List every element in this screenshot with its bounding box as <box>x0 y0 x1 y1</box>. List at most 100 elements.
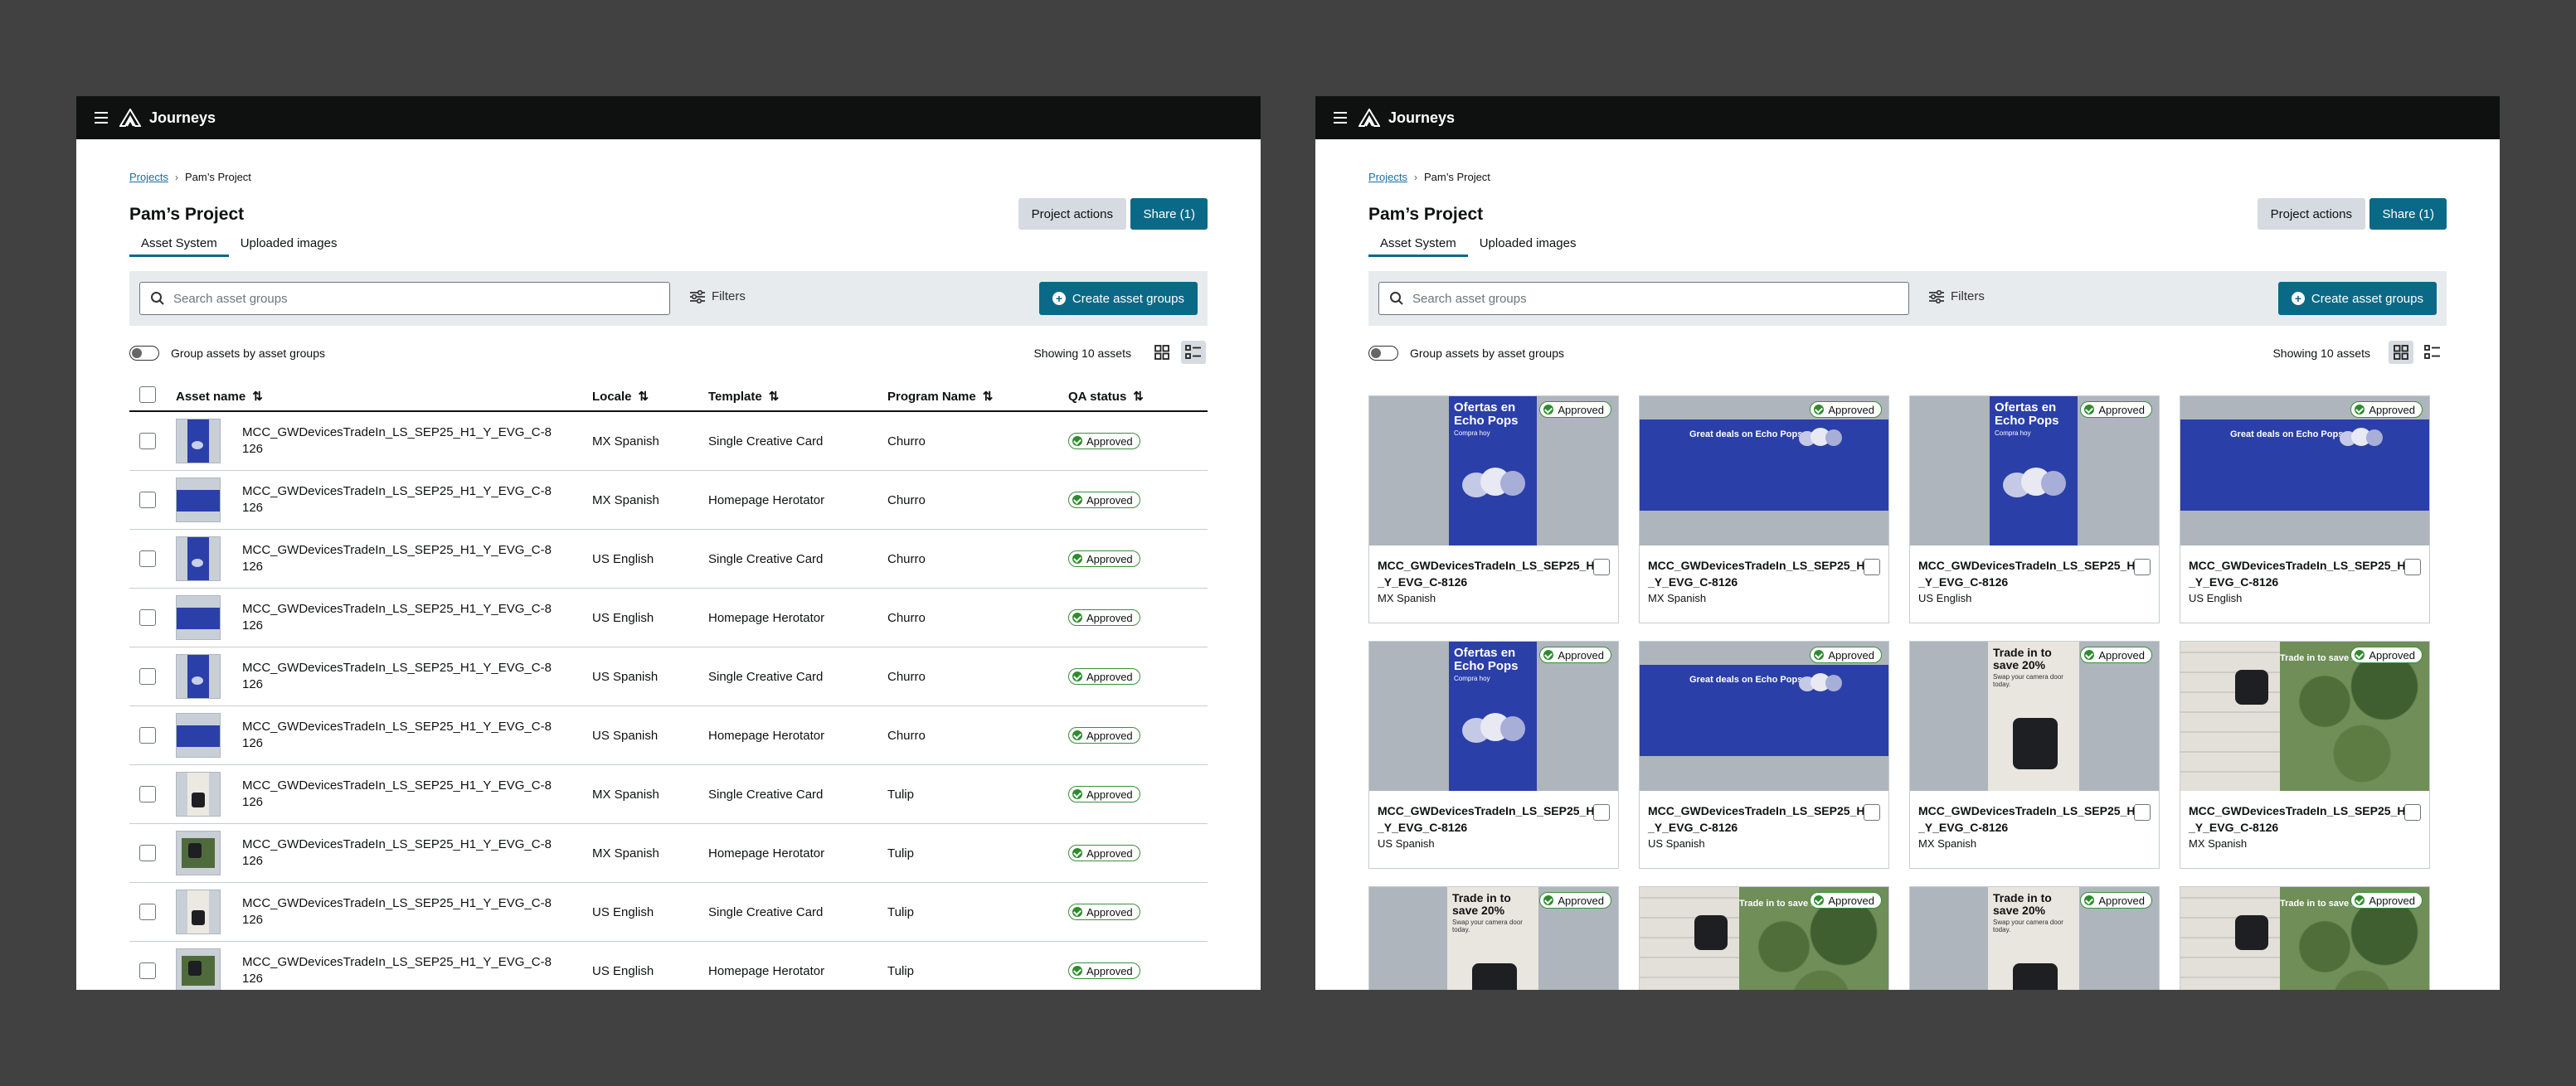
table-row[interactable]: MCC_GWDevicesTradeIn_LS_SEP25_H1_Y_EVG_C… <box>129 530 1208 589</box>
card-checkbox[interactable] <box>2134 559 2151 575</box>
filters-button[interactable]: Filters <box>690 289 746 303</box>
table-row[interactable]: MCC_GWDevicesTradeIn_LS_SEP25_H1_Y_EVG_C… <box>129 883 1208 942</box>
col-program[interactable]: Program Name ⇅ <box>887 389 993 405</box>
search-icon <box>151 292 164 305</box>
table-row[interactable]: MCC_GWDevicesTradeIn_LS_SEP25_H1_Y_EVG_C… <box>129 765 1208 824</box>
tab-uploaded-images[interactable]: Uploaded images <box>229 235 349 259</box>
asset-locale: US Spanish <box>1648 837 1705 850</box>
status-badge: Approved <box>2350 892 2423 909</box>
asset-name: MCC_GWDevicesTradeIn_LS_SEP25_H1_Y_EVG_C… <box>1648 559 1872 589</box>
row-checkbox[interactable] <box>139 786 156 802</box>
row-checkbox[interactable] <box>139 550 156 567</box>
asset-card[interactable]: Ofertas en Echo Pops Compra hoy Approved MC… <box>1368 641 1619 869</box>
col-template[interactable]: Template ⇅ <box>708 389 779 405</box>
search-input[interactable]: Search asset groups <box>1378 282 1909 315</box>
asset-thumbnail <box>176 831 221 875</box>
card-checkbox[interactable] <box>2134 804 2151 821</box>
creative-headline: Trade in to save 20% <box>1993 646 2052 671</box>
row-checkbox[interactable] <box>139 492 156 508</box>
check-circle-icon <box>1072 436 1082 446</box>
table-row[interactable]: MCC_GWDevicesTradeIn_LS_SEP25_H1_Y_EVG_C… <box>129 824 1208 883</box>
filters-button[interactable]: Filters <box>1929 289 1985 303</box>
list-view-button[interactable] <box>1181 341 1206 364</box>
locale-cell: MX Spanish <box>592 787 659 802</box>
asset-card[interactable]: Trade in to save 20% Swap your camera doo… <box>1909 641 2160 869</box>
status-badge: Approved <box>1068 845 1140 861</box>
table-row[interactable]: MCC_GWDevicesTradeIn_LS_SEP25_H1_Y_EVG_C… <box>129 942 1208 990</box>
row-checkbox[interactable] <box>139 727 156 744</box>
status-badge: Approved <box>1068 727 1140 744</box>
create-asset-groups-button[interactable]: + Create asset groups <box>1038 282 1198 315</box>
breadcrumb-current: Pam’s Project <box>1423 171 1490 183</box>
program-cell: Churro <box>887 551 926 566</box>
table-row[interactable]: MCC_GWDevicesTradeIn_LS_SEP25_H1_Y_EVG_C… <box>129 589 1208 647</box>
journeys-logo-icon <box>1358 109 1380 127</box>
status-label: Approved <box>1828 894 1874 907</box>
search-input[interactable]: Search asset groups <box>139 282 670 315</box>
project-actions-button[interactable]: Project actions <box>2257 198 2365 230</box>
group-assets-toggle[interactable] <box>1368 346 1398 361</box>
table-row[interactable]: MCC_GWDevicesTradeIn_LS_SEP25_H1_Y_EVG_C… <box>129 647 1208 706</box>
card-checkbox[interactable] <box>1864 804 1880 821</box>
card-checkbox[interactable] <box>2404 559 2421 575</box>
asset-locale: US English <box>1918 592 1972 604</box>
grid-view-button[interactable] <box>1149 341 1174 364</box>
breadcrumb-projects-link[interactable]: Projects <box>129 171 168 183</box>
row-checkbox[interactable] <box>139 668 156 685</box>
menu-icon[interactable] <box>1334 112 1347 124</box>
menu-icon[interactable] <box>95 112 108 124</box>
table-row[interactable]: MCC_GWDevicesTradeIn_LS_SEP25_H1_Y_EVG_C… <box>129 706 1208 765</box>
share-button[interactable]: Share (1) <box>2369 198 2447 230</box>
grid-view-button[interactable] <box>2389 341 2413 364</box>
asset-card[interactable]: Ofertas en Echo Pops Compra hoy Approved MC… <box>1909 395 2160 623</box>
card-checkbox[interactable] <box>1864 559 1880 575</box>
create-asset-groups-button[interactable]: + Create asset groups <box>2277 282 2437 315</box>
asset-card[interactable]: Trade in to save 20% Approved MCC_GWDevice… <box>2180 641 2430 869</box>
project-actions-button[interactable]: Project actions <box>1018 198 1126 230</box>
check-circle-icon <box>1072 966 1082 976</box>
asset-card[interactable]: Trade in to save 20% Swap your camera doo… <box>1909 886 2160 990</box>
asset-card[interactable]: Trade in to save 20% Approved <box>1639 886 1889 990</box>
check-circle-icon <box>1814 895 1825 905</box>
status-label: Approved <box>2369 648 2415 662</box>
status-badge: Approved <box>2080 647 2152 663</box>
status-label: Approved <box>1828 403 1874 416</box>
table-row[interactable]: MCC_GWDevicesTradeIn_LS_SEP25_H1_Y_EVG_C… <box>129 471 1208 530</box>
row-checkbox[interactable] <box>139 962 156 979</box>
card-checkbox[interactable] <box>1593 804 1610 821</box>
share-button[interactable]: Share (1) <box>1130 198 1208 230</box>
group-assets-label: Group assets by asset groups <box>1410 347 1564 360</box>
row-checkbox[interactable] <box>139 433 156 449</box>
col-locale[interactable]: Locale ⇅ <box>592 389 649 405</box>
asset-locale: MX Spanish <box>1918 837 1977 850</box>
row-checkbox[interactable] <box>139 609 156 626</box>
tab-asset-system[interactable]: Asset System <box>129 235 229 257</box>
asset-card[interactable]: Ofertas en Echo Pops Compra hoy Approved MC… <box>1368 395 1619 623</box>
list-view-button[interactable] <box>2420 341 2445 364</box>
asset-card[interactable]: Trade in to save 20% Approved <box>2180 886 2430 990</box>
asset-card[interactable]: Great deals on Echo Pops Approved MCC_GWDe… <box>1639 395 1889 623</box>
col-qa[interactable]: QA status ⇅ <box>1068 389 1144 405</box>
row-checkbox[interactable] <box>139 845 156 861</box>
table-row[interactable]: MCC_GWDevicesTradeIn_LS_SEP25_H1_Y_EVG_C… <box>129 412 1208 471</box>
asset-card[interactable]: Trade in to save 20% Swap your camera doo… <box>1368 886 1619 990</box>
status-badge: Approved <box>1810 647 1882 663</box>
asset-thumbnail <box>176 948 221 990</box>
breadcrumb-projects-link[interactable]: Projects <box>1368 171 1407 183</box>
status-label: Approved <box>2369 403 2415 416</box>
search-icon <box>1390 292 1403 305</box>
card-checkbox[interactable] <box>1593 559 1610 575</box>
asset-card[interactable]: Great deals on Echo Pops Approved MCC_GWDe… <box>1639 641 1889 869</box>
tab-uploaded-images[interactable]: Uploaded images <box>1468 235 1588 259</box>
tab-asset-system[interactable]: Asset System <box>1368 235 1468 257</box>
asset-card[interactable]: Great deals on Echo Pops Approved MCC_GWDe… <box>2180 395 2430 623</box>
status-label: Approved <box>2098 648 2145 662</box>
card-checkbox[interactable] <box>2404 804 2421 821</box>
select-all-checkbox[interactable] <box>139 386 156 403</box>
group-assets-toggle[interactable] <box>129 346 159 361</box>
asset-image: Great deals on Echo Pops Approved <box>1640 396 1888 545</box>
col-asset-name[interactable]: Asset name ⇅ <box>176 389 263 405</box>
row-checkbox[interactable] <box>139 904 156 920</box>
creative-preview: Great deals on Echo Pops <box>1640 419 1888 511</box>
asset-name: MCC_GWDevicesTradeIn_LS_SEP25_H1_Y_EVG_C… <box>1648 804 1872 834</box>
